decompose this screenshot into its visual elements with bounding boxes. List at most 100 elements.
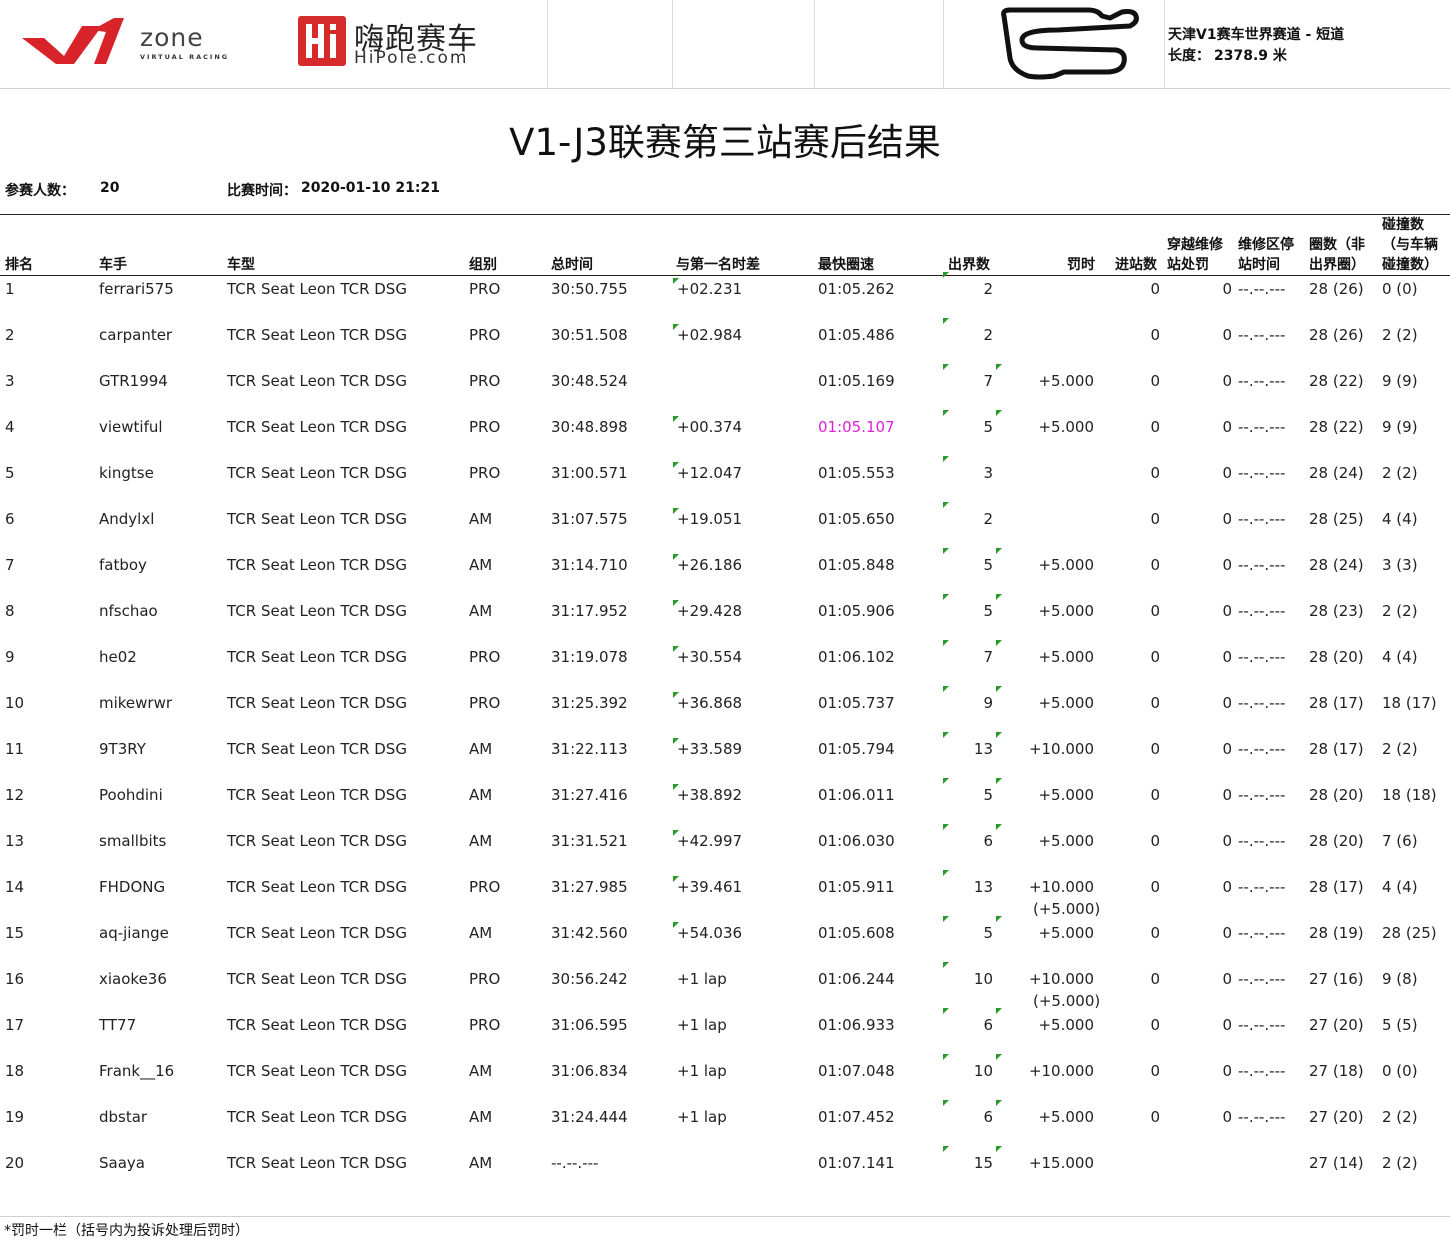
cell-flag-marker [943,962,949,968]
table-row: 6 Andylxl TCR Seat Leon TCR DSG AM 31:07.575… [0,502,1450,554]
car-cell: TCR Seat Leon TCR DSG [227,1016,407,1034]
pit-stops-cell: 0 [1150,418,1160,436]
group-cell: AM [469,786,493,804]
best-lap-cell: 01:07.048 [818,1062,895,1080]
gap-cell: +54.036 [677,924,743,942]
car-cell: TCR Seat Leon TCR DSG [227,648,407,666]
cuts-cell: 6 [983,832,993,850]
drive-through-cell: 0 [1222,372,1232,390]
cell-flag-marker [996,1008,1002,1014]
cell-flag-marker [673,738,679,744]
penalty-cell: +5.000 [1038,786,1094,804]
total-time-cell: 31:31.521 [551,832,628,850]
collisions-cell: 2 (2) [1382,602,1418,620]
penalty-note-cell: (+5.000) [1033,992,1101,1010]
laps-cell: 28 (20) [1309,786,1364,804]
total-time-cell: 30:48.524 [551,372,628,390]
pit-time-cell: --.--.--- [1238,418,1286,436]
col-gap: 与第一名时差 [676,257,760,273]
rank-cell: 5 [5,464,15,482]
pit-time-cell: --.--.--- [1238,648,1286,666]
cell-flag-marker [943,870,949,876]
group-cell: PRO [469,1016,501,1034]
group-cell: PRO [469,694,501,712]
gap-cell: +00.374 [677,418,743,436]
cell-flag-marker [943,272,949,278]
drive-through-cell: 0 [1222,280,1232,298]
group-cell: AM [469,740,493,758]
drive-through-cell: 0 [1222,924,1232,942]
total-time-cell: 31:22.113 [551,740,628,758]
track-map-icon [1001,7,1139,80]
total-time-cell: 31:27.985 [551,878,628,896]
driver-cell: aq-jiange [99,924,169,942]
cell-flag-marker [943,1054,949,1060]
cuts-cell: 2 [983,326,993,344]
laps-cell: 28 (24) [1309,464,1364,482]
penalty-cell: +5.000 [1038,832,1094,850]
collisions-cell: 9 (8) [1382,970,1418,988]
car-cell: TCR Seat Leon TCR DSG [227,602,407,620]
cell-flag-marker [673,830,679,836]
pit-stops-cell: 0 [1150,878,1160,896]
total-time-cell: 31:07.575 [551,510,628,528]
pit-time-cell: --.--.--- [1238,510,1286,528]
laps-cell: 28 (25) [1309,510,1364,528]
pit-time-cell: --.--.--- [1238,970,1286,988]
table-row: 4 viewtiful TCR Seat Leon TCR DSG PRO 30:48.… [0,410,1450,462]
cell-flag-marker [943,732,949,738]
gap-cell: +38.892 [677,786,743,804]
cell-flag-marker [943,456,949,462]
total-time-cell: 31:17.952 [551,602,628,620]
car-cell: TCR Seat Leon TCR DSG [227,1154,407,1172]
best-lap-cell: 01:06.244 [818,970,895,988]
cell-flag-marker [996,824,1002,830]
collisions-cell: 18 (18) [1382,786,1437,804]
penalty-cell: +5.000 [1038,372,1094,390]
cell-flag-marker [943,1146,949,1152]
gap-cell: +29.428 [677,602,743,620]
cuts-cell: 5 [983,556,993,574]
table-row: 11 9T3RY TCR Seat Leon TCR DSG AM 31:22.113 +… [0,732,1450,784]
header-divider [1164,0,1165,89]
col-pit-time-line2: 站时间 [1238,257,1280,273]
rank-cell: 8 [5,602,15,620]
track-info: 天津V1赛车世界赛道 - 短道 长度： 2378.9 米 [1168,25,1344,67]
cell-flag-marker [673,876,679,882]
drive-through-cell: 0 [1222,464,1232,482]
cell-flag-marker [673,600,679,606]
best-lap-cell: 01:05.737 [818,694,895,712]
cell-flag-marker [673,508,679,514]
driver-cell: smallbits [99,832,167,850]
total-time-cell: 31:06.834 [551,1062,628,1080]
cuts-cell: 5 [983,418,993,436]
laps-cell: 28 (17) [1309,878,1364,896]
group-cell: PRO [469,280,501,298]
hipole-domain: HiPole.com [354,48,469,68]
car-cell: TCR Seat Leon TCR DSG [227,280,407,298]
car-cell: TCR Seat Leon TCR DSG [227,372,407,390]
best-lap-cell: 01:05.650 [818,510,895,528]
pit-stops-cell: 0 [1150,970,1160,988]
laps-cell: 27 (20) [1309,1108,1364,1126]
collisions-cell: 2 (2) [1382,740,1418,758]
col-collisions-line2: （与车辆 [1382,237,1438,253]
penalty-cell: +5.000 [1038,924,1094,942]
col-laps-line2: 出界圈） [1309,257,1365,273]
cell-flag-marker [943,640,949,646]
gap-cell: +02.231 [677,280,743,298]
total-time-cell: 31:27.416 [551,786,628,804]
total-time-cell: 31:14.710 [551,556,628,574]
best-lap-cell: 01:06.011 [818,786,895,804]
driver-cell: mikewrwr [99,694,173,712]
table-row: 1 ferrari575 TCR Seat Leon TCR DSG PRO 30:50… [0,272,1450,324]
driver-cell: Saaya [99,1154,145,1172]
total-time-cell: 30:56.242 [551,970,628,988]
car-cell: TCR Seat Leon TCR DSG [227,510,407,528]
drive-through-cell: 0 [1222,832,1232,850]
table-row: 3 GTR1994 TCR Seat Leon TCR DSG PRO 30:48.52… [0,364,1450,416]
pit-stops-cell: 0 [1150,648,1160,666]
race-time-label: 比赛时间： [227,183,297,199]
v1-logo-mark [22,18,124,64]
penalty-cell: +5.000 [1038,1016,1094,1034]
